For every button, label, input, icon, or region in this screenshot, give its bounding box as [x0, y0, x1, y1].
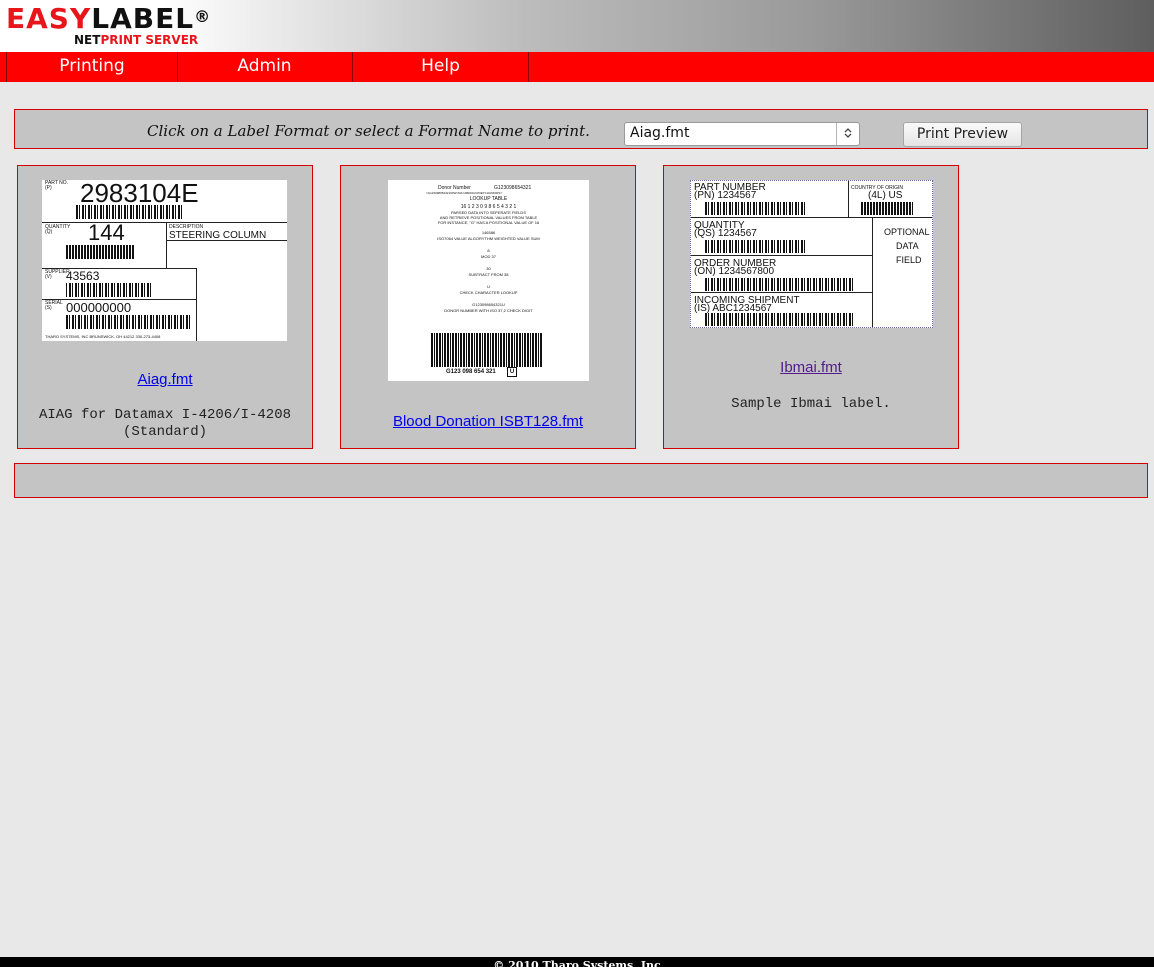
optional-text-3: FIELD	[896, 255, 922, 265]
part-no-label: PART NO. (P)	[45, 180, 69, 191]
label-footer-text: THARO SYSTEMS, INC BRUNSWICK, OH 44212 3…	[45, 334, 161, 339]
label-card-ibmai: PART NUMBER (PN) 1234567 COUNTRY OF ORIG…	[663, 165, 959, 449]
divider	[872, 217, 873, 327]
optional-text-2: DATA	[896, 241, 919, 251]
quantity-barcode	[705, 240, 805, 253]
menu-admin[interactable]: Admin	[177, 52, 353, 82]
quantity-value: (QS) 1234567	[694, 228, 757, 239]
label-card-aiag: PART NO. (P) 2983104E QUANTITY (Q) 144 D…	[17, 165, 313, 449]
order-number-value: (ON) 1234567800	[694, 266, 775, 277]
value-5-desc: DONOR NUMBER WITH ISO 37,2 CHECK DIGIT	[444, 308, 533, 313]
order-number-barcode	[705, 278, 855, 291]
value-1: 146586	[481, 230, 496, 235]
blood-donation-label-thumbnail[interactable]: Donor Number G123098654321 =G12309865432…	[388, 180, 589, 381]
up-down-arrows-icon	[836, 123, 859, 145]
donor-number-readable: G123 098 654 321	[446, 369, 496, 375]
part-number-barcode	[705, 202, 805, 215]
menu-help[interactable]: Help	[353, 52, 529, 82]
incoming-shipment-value: (IS) ABC1234567	[694, 303, 772, 314]
print-preview-button[interactable]: Print Preview	[903, 122, 1022, 147]
divider	[848, 181, 849, 217]
format-description-aiag: AIAG for Datamax I-4206/I-4208 (Standard…	[38, 407, 292, 440]
value-2-desc: MOD 37	[481, 254, 496, 259]
registered-mark: ®	[194, 7, 212, 26]
part-barcode	[76, 205, 184, 219]
divider	[166, 222, 167, 268]
divider	[196, 268, 197, 341]
check-character-box: U	[507, 367, 517, 377]
format-link-blood-donation[interactable]: Blood Donation ISBT128.fmt	[341, 413, 635, 430]
divider	[166, 240, 287, 241]
divider	[691, 217, 932, 218]
serial-label: SERIAL (S)	[45, 300, 63, 311]
logo-subtitle: NETPRINT SERVER	[74, 33, 198, 47]
value-4-desc: CHECK CHARACTER LOOKUP	[459, 290, 518, 295]
value-4: U	[487, 284, 490, 289]
supplier-value: 43563	[66, 269, 100, 283]
value-3-desc: SUBTRACT FROM 38	[468, 272, 509, 277]
value-1-desc: ISO7064 VALUE ALGORYTHM WEIGHTED VALUE S…	[437, 236, 540, 241]
donor-barcode	[431, 333, 543, 367]
incoming-shipment-barcode	[705, 313, 855, 326]
lookup-table-text: LOOKUP TABLE	[469, 196, 508, 202]
format-link-aiag[interactable]: Aiag.fmt	[18, 371, 312, 388]
logo-easy-text: EASY	[6, 2, 92, 35]
quantity-label: QUANTITY (Q)	[45, 224, 71, 235]
country-value: (4L) US	[868, 190, 903, 201]
logo-wordmark: EASYLABEL®	[6, 3, 211, 35]
copyright-footer: © 2010 Tharo Systems, Inc	[0, 957, 1154, 967]
ibmai-label-thumbnail[interactable]: PART NUMBER (PN) 1234567 COUNTRY OF ORIG…	[690, 180, 933, 328]
logo-net-text: NET	[74, 33, 101, 47]
value-5: G123098654321U	[472, 302, 505, 307]
divider	[691, 255, 873, 256]
value-2: 8	[487, 248, 490, 253]
menu-printing[interactable]: Printing	[6, 52, 178, 82]
status-panel	[14, 463, 1148, 498]
label-card-blood-donation: Donor Number G123098654321 =G12309865432…	[340, 165, 636, 449]
logo-print-server-text: PRINT SERVER	[100, 33, 199, 47]
parsed-text-3: FOR INSTANCE, "G" HAS A POSITIONAL VALUE…	[437, 220, 540, 225]
header: EASYLABEL® NETPRINT SERVER	[0, 0, 1154, 52]
menu-bar: Printing Admin Help	[0, 52, 1154, 82]
format-toolbar: Click on a Label Format or select a Form…	[14, 109, 1148, 149]
format-name-select[interactable]: Aiag.fmt	[624, 122, 860, 146]
format-description-ibmai: Sample Ibmai label.	[731, 396, 891, 412]
format-link-ibmai[interactable]: Ibmai.fmt	[664, 359, 958, 376]
divider	[691, 292, 873, 293]
part-number-value: (PN) 1234567	[694, 190, 757, 201]
instruction-text: Click on a Label Format or select a Form…	[147, 122, 590, 140]
quantity-barcode	[66, 245, 134, 259]
country-barcode	[861, 202, 913, 215]
aiag-label-thumbnail[interactable]: PART NO. (P) 2983104E QUANTITY (Q) 144 D…	[42, 180, 287, 341]
logo-label-text: LABEL	[91, 2, 195, 35]
serial-value: 000000000	[66, 300, 132, 315]
divider	[42, 222, 287, 223]
select-value: Aiag.fmt	[630, 125, 690, 141]
serial-barcode	[66, 315, 190, 329]
encoded-line: =G12309865432100W=MA=ABDDGCP0ETCHU9K00S7	[426, 191, 502, 195]
value-3: 30	[486, 266, 491, 271]
quantity-value: 144	[88, 220, 125, 245]
easylabel-logo: EASYLABEL® NETPRINT SERVER	[6, 3, 256, 51]
part-number-value: 2983104E	[80, 180, 199, 208]
supplier-barcode	[66, 283, 152, 297]
optional-text-1: OPTIONAL	[884, 227, 930, 237]
